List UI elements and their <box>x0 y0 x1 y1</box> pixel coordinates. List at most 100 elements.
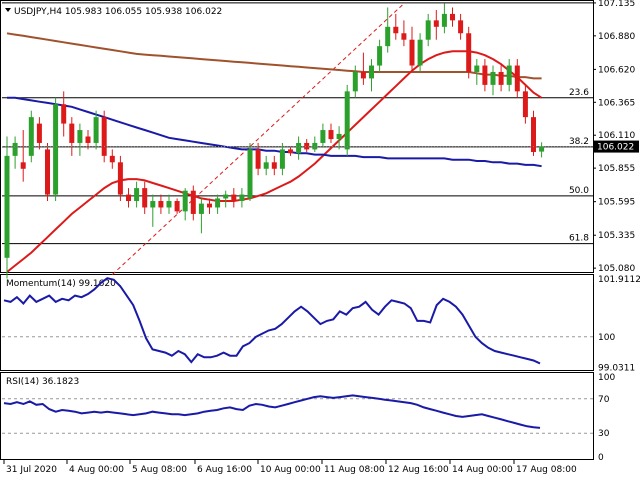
price-tick-label: 105.335 <box>598 231 635 241</box>
candle <box>182 188 188 221</box>
indicator-tick-label: 100 <box>598 373 615 383</box>
candle <box>45 142 50 202</box>
time-tick-label: 11 Aug 08:00 <box>324 465 385 475</box>
candle-body <box>506 65 512 85</box>
candle-body <box>247 149 253 199</box>
candle-body <box>223 194 229 199</box>
candle-body <box>109 155 115 163</box>
candle <box>409 26 415 72</box>
indicator-line <box>3 277 541 365</box>
candle-body <box>458 20 464 34</box>
candle-body <box>207 203 212 208</box>
candle <box>279 142 285 176</box>
candle-body <box>93 117 99 143</box>
candle-body <box>522 91 528 118</box>
candle <box>12 136 18 169</box>
candle <box>506 59 512 92</box>
candle-body <box>45 149 50 195</box>
current-price-label: 106.022 <box>597 143 634 153</box>
candle-body <box>158 201 164 208</box>
candle-body <box>433 20 439 27</box>
time-tick-label: 4 Aug 00:00 <box>69 465 124 475</box>
candle <box>344 84 350 156</box>
candle <box>190 185 196 221</box>
candle-body <box>385 26 391 47</box>
candle <box>231 188 237 208</box>
candle <box>385 7 391 53</box>
candle-body <box>288 149 293 154</box>
candle-body <box>450 13 455 21</box>
candle <box>514 59 520 98</box>
indicator-tick-label: 70 <box>598 395 610 405</box>
price-tick-label: 105.855 <box>598 164 635 174</box>
candle-body <box>393 26 399 34</box>
candle <box>441 3 447 34</box>
chart-canvas: USDJPY,H4 105.983 106.055 105.938 106.02… <box>0 0 640 475</box>
candle <box>271 155 277 176</box>
candle-body <box>150 201 156 208</box>
candle-body <box>231 194 237 202</box>
candle-body <box>61 104 67 124</box>
candle <box>320 123 326 147</box>
price-tick-label: 106.110 <box>598 131 635 141</box>
candle-body <box>198 203 204 214</box>
indicator-tick-label: 0 <box>598 453 604 463</box>
candle-body <box>296 142 302 154</box>
price-tick-label: 105.080 <box>598 264 635 274</box>
fib-level-label: 61.8 <box>569 234 589 244</box>
fib-level-label: 23.6 <box>569 88 589 98</box>
indicator-tick-label: 30 <box>598 429 610 439</box>
price-tick-label: 106.880 <box>598 32 635 42</box>
candle-body <box>166 201 172 208</box>
candle-body <box>344 91 350 150</box>
candle <box>117 155 123 202</box>
fib-level-label: 50.0 <box>569 186 589 196</box>
fib-level-label: 38.2 <box>569 137 589 147</box>
candle-body <box>320 130 326 143</box>
candle-body <box>417 39 423 66</box>
candle-body <box>490 71 496 85</box>
candle <box>239 188 245 208</box>
candle <box>20 130 26 182</box>
candle <box>288 146 293 156</box>
candle-body <box>441 13 447 27</box>
candle <box>166 194 172 214</box>
rsi-plot-frame <box>0 372 594 460</box>
candle <box>312 136 318 152</box>
candle <box>539 142 545 158</box>
candle <box>263 155 269 176</box>
candle-body <box>539 146 545 152</box>
candle <box>466 26 472 79</box>
time-tick-label: 10 Aug 00:00 <box>260 465 321 475</box>
candle-body <box>271 162 277 169</box>
fib-trendline <box>111 3 405 275</box>
candle <box>482 59 488 92</box>
candle <box>450 7 455 27</box>
candle-body <box>425 20 431 40</box>
candle <box>134 181 140 208</box>
candle <box>28 110 34 163</box>
candle <box>215 194 221 214</box>
time-tick-label: 6 Aug 16:00 <box>197 465 252 475</box>
chart-menu-triangle-icon[interactable] <box>5 8 11 12</box>
candle-body <box>498 71 504 85</box>
candle <box>4 136 10 279</box>
time-tick-label: 31 Jul 2020 <box>6 465 57 475</box>
candle <box>150 194 156 227</box>
candle-body <box>409 39 415 66</box>
price-tick-label: 106.365 <box>598 98 635 108</box>
candle <box>458 13 464 40</box>
momentum-indicator: 101.9112 100 99.0311 <box>2 275 640 373</box>
time-tick-label: 12 Aug 16:00 <box>388 465 449 475</box>
candle-body <box>466 33 472 72</box>
candle-body <box>352 71 358 92</box>
candle-body <box>474 65 480 72</box>
main-chart-title: USDJPY,H4 105.983 106.055 105.938 106.02… <box>14 7 222 17</box>
candle-body <box>328 130 334 140</box>
candle <box>198 198 204 234</box>
candle-body <box>142 188 148 208</box>
price-tick-label: 106.620 <box>598 65 635 75</box>
candle <box>296 136 302 160</box>
rsi-indicator: 100 70 30 0 <box>2 373 615 463</box>
candle-body <box>20 162 26 169</box>
